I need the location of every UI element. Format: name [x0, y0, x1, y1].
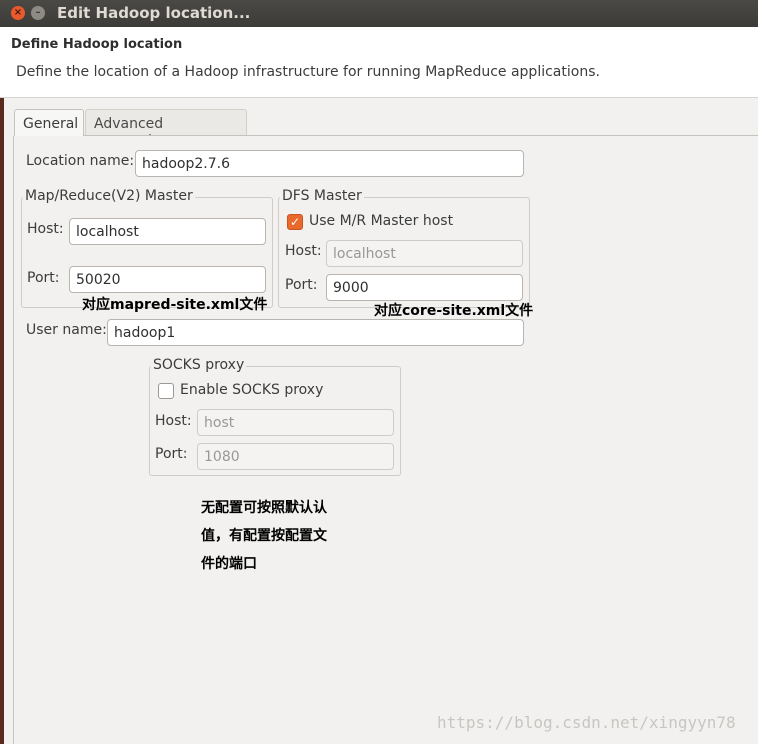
socks-proxy-title: SOCKS proxy [151, 357, 247, 373]
user-name-input[interactable] [107, 319, 524, 346]
use-mr-host-checkbox[interactable]: ✓ [287, 214, 303, 230]
background-window-edge [0, 98, 4, 744]
check-icon: ✓ [289, 215, 301, 229]
watermark: https://blog.csdn.net/xingyyn78 [437, 713, 736, 732]
socks-port-input [197, 443, 394, 470]
location-name-input[interactable] [135, 150, 524, 177]
window-titlebar: × – Edit Hadoop location... [0, 0, 758, 27]
note-line: 件的端口 [201, 556, 257, 572]
close-icon[interactable]: × [11, 6, 25, 20]
dfs-host-input [326, 240, 523, 267]
core-annotation: 对应core-site.xml文件 [374, 303, 534, 319]
socks-host-label: Host: [155, 413, 192, 429]
dfs-master-title: DFS Master [280, 188, 364, 204]
note-line: 值，有配置按配置文 [201, 528, 327, 544]
location-name-label: Location name: [26, 153, 135, 169]
mr-port-label: Port: [27, 270, 60, 286]
tab-advanced-parameters[interactable]: Advanced parameters [85, 109, 247, 148]
banner-description: Define the location of a Hadoop infrastr… [16, 64, 600, 80]
minimize-icon[interactable]: – [31, 6, 45, 20]
use-mr-host-label[interactable]: Use M/R Master host [309, 213, 453, 229]
enable-socks-label[interactable]: Enable SOCKS proxy [180, 382, 323, 398]
user-name-label: User name: [26, 322, 107, 338]
mr-host-label: Host: [27, 221, 64, 237]
dfs-port-label: Port: [285, 277, 318, 293]
dfs-host-label: Host: [285, 243, 322, 259]
mr-host-input[interactable] [69, 218, 266, 245]
tab-general[interactable]: General [14, 109, 84, 136]
note-line: 无配置可按照默认认 [201, 500, 327, 516]
mr-master-title: Map/Reduce(V2) Master [23, 188, 195, 204]
window-title: Edit Hadoop location... [57, 4, 251, 22]
default-port-note: 无配置可按照默认认 值，有配置按配置文 件的端口 [201, 494, 327, 578]
socks-host-input [197, 409, 394, 436]
enable-socks-checkbox[interactable] [158, 383, 174, 399]
socks-port-label: Port: [155, 446, 188, 462]
mapred-annotation: 对应mapred-site.xml文件 [82, 297, 268, 313]
dialog-banner: Define Hadoop location Define the locati… [0, 27, 758, 98]
mr-port-input[interactable] [69, 266, 266, 293]
dfs-port-input[interactable] [326, 274, 523, 301]
banner-title: Define Hadoop location [11, 37, 183, 52]
